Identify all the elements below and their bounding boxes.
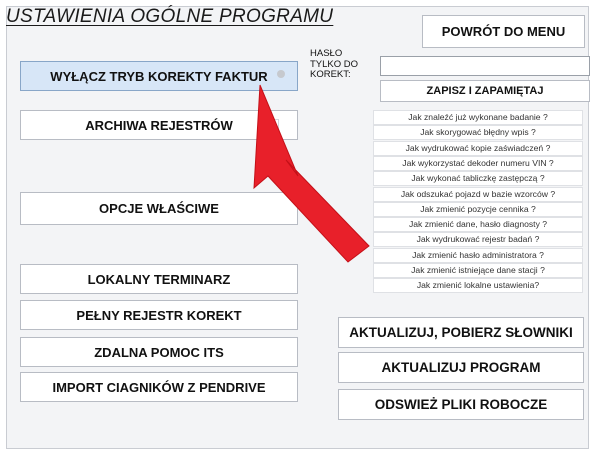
registry-archives-label: ARCHIWA REJESTRÓW [85,117,233,133]
update-program-label: AKTUALIZUJ PROGRAM [381,360,541,375]
local-scheduler-label: LOKALNY TERMINARZ [87,271,231,287]
update-dictionaries-button[interactable]: AKTUALIZUJ, POBIERZ SŁOWNIKI [338,317,584,348]
page-title: USTAWIENIA OGÓLNE PROGRAMU [6,6,334,27]
own-options-button[interactable]: OPCJE WŁAŚCIWE [20,192,298,225]
remote-help-label: ZDALNA POMOC ITS [94,344,224,360]
faq-item[interactable]: Jak wykorzystać dekoder numeru VIN ? [373,155,583,171]
faq-item[interactable]: Jak zmienić istniejące dane stacji ? [373,263,583,278]
remote-help-button[interactable]: ZDALNA POMOC ITS [20,337,298,367]
back-to-menu-label: POWRÓT DO MENU [441,24,566,39]
import-tractors-button[interactable]: IMPORT CIAGNIKÓW Z PENDRIVE [20,372,298,402]
password-label: HASŁO TYLKO DO KOREKT: [310,48,359,80]
faq-item[interactable]: Jak wykonać tabliczkę zastępczą ? [373,171,583,187]
update-program-button[interactable]: AKTUALIZUJ PROGRAM [338,352,584,383]
save-password-button[interactable]: ZAPISZ I ZAPAMIĘTAJ [380,80,590,102]
faq-item[interactable]: Jak skorygować błędny wpis ? [373,125,583,141]
faq-item[interactable]: Jak zmienić dane, hasło diagnosty ? [373,217,583,233]
checkbox-icon [268,119,279,130]
faq-item[interactable]: Jak wydrukować rejestr badań ? [373,232,583,248]
local-scheduler-button[interactable]: LOKALNY TERMINARZ [20,264,298,294]
faq-item[interactable]: Jak znaleźć już wykonane badanie ? [373,110,583,125]
refresh-work-files-button[interactable]: ODSWIEŻ PLIKI ROBOCZE [338,389,584,420]
disable-correction-mode-label: WYŁĄCZ TRYB KOREKTY FAKTUR [50,68,268,84]
faq-item[interactable]: Jak zmienić pozycje cennika ? [373,201,583,217]
save-password-label: ZAPISZ I ZAPAMIĘTAJ [426,85,544,97]
password-input[interactable] [380,56,590,76]
refresh-work-files-label: ODSWIEŻ PLIKI ROBOCZE [374,397,548,412]
faq-item[interactable]: Jak zmienić lokalne ustawienia? [373,278,583,294]
registry-archives-button[interactable]: ARCHIWA REJESTRÓW [20,110,298,140]
back-to-menu-button[interactable]: POWRÓT DO MENU [422,15,585,48]
faq-item[interactable]: Jak wydrukować kopie zaświadczeń ? [373,140,583,156]
own-options-label: OPCJE WŁAŚCIWE [99,201,219,216]
disable-correction-mode-button[interactable]: WYŁĄCZ TRYB KOREKTY FAKTUR [20,61,298,91]
faq-item[interactable]: Jak odszukać pojazd w bazie wzorców ? [373,186,583,202]
faq-item[interactable]: Jak zmienić hasło administratora ? [373,247,583,263]
status-dot-icon [277,70,285,78]
update-dictionaries-label: AKTUALIZUJ, POBIERZ SŁOWNIKI [349,325,573,340]
full-correction-registry-label: PEŁNY REJESTR KOREKT [76,307,242,323]
import-tractors-label: IMPORT CIAGNIKÓW Z PENDRIVE [52,379,266,395]
full-correction-registry-button[interactable]: PEŁNY REJESTR KOREKT [20,300,298,330]
